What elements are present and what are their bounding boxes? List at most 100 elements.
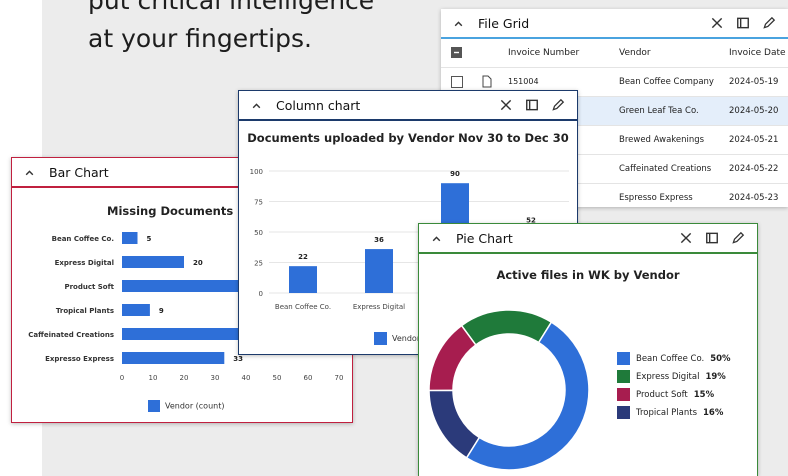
maximize-icon[interactable] — [736, 16, 750, 30]
bar — [122, 304, 150, 316]
x-tick-label: Express Digital — [353, 303, 405, 311]
vendor-name: Caffeinated Creations — [619, 164, 712, 174]
data-label: 90 — [450, 170, 460, 178]
legend-percent: 16% — [703, 408, 724, 418]
donut-slice — [428, 389, 481, 459]
y-tick-label: 75 — [254, 199, 263, 207]
legend-percent: 19% — [705, 372, 726, 382]
vendor-name: Bean Coffee Company — [619, 77, 714, 87]
x-tick-label: 10 — [149, 374, 158, 382]
legend-label: Product Soft — [636, 390, 688, 400]
chart-title: Documents uploaded by Vendor Nov 30 to D… — [247, 131, 569, 145]
legend-label: Vendor (count) — [165, 401, 225, 411]
edit-pencil-icon[interactable] — [731, 231, 745, 245]
y-tick-label: 100 — [250, 168, 263, 176]
chart-title: Active files in WK by Vendor — [496, 268, 680, 282]
window-title: Pie Chart — [456, 230, 513, 246]
legend-swatch — [148, 400, 160, 412]
minus-icon — [454, 51, 459, 54]
legend-item: Product Soft 15% — [617, 388, 714, 401]
y-tick-label: Tropical Plants — [56, 307, 114, 315]
collapse-caret-icon[interactable] — [24, 167, 35, 178]
collapse-caret-icon[interactable] — [251, 100, 262, 111]
donut-slice — [460, 309, 553, 346]
close-icon[interactable] — [499, 98, 513, 112]
edit-pencil-icon[interactable] — [762, 16, 776, 30]
x-tick-label: 70 — [335, 374, 344, 382]
x-tick-label: 30 — [211, 374, 220, 382]
legend-percent: 50% — [710, 354, 731, 364]
x-tick-label: 40 — [242, 374, 251, 382]
y-tick-label: Caffeinated Creations — [28, 331, 114, 339]
invoice-date: 2024-05-22 — [729, 164, 779, 174]
bar — [122, 352, 225, 364]
y-tick-label: Bean Coffee Co. — [52, 235, 114, 243]
collapse-caret-icon[interactable] — [453, 18, 464, 29]
edit-pencil-icon[interactable] — [551, 98, 565, 112]
column-bar — [289, 266, 317, 293]
y-tick-label: 50 — [254, 229, 263, 237]
vendor-name: Green Leaf Tea Co. — [619, 106, 699, 116]
hero-line-2: at your fingertips. — [88, 24, 312, 53]
chart-legend: Vendor (count) — [148, 400, 224, 412]
close-icon[interactable] — [679, 231, 693, 245]
chart-legend: Vendor — [374, 332, 420, 345]
legend-swatch — [617, 388, 630, 401]
bar — [122, 256, 184, 268]
maximize-icon[interactable] — [525, 98, 539, 112]
hero-line-1: put critical intelligence — [88, 0, 375, 15]
y-tick-label: 25 — [254, 260, 263, 268]
donut-slice — [428, 324, 477, 392]
pie-chart-window: Pie Chart Active files in WK by Vendor B… — [418, 223, 758, 476]
window-title: Column chart — [276, 97, 361, 113]
data-label: 36 — [374, 236, 384, 244]
y-tick-label: Expresso Express — [45, 355, 114, 363]
bar — [122, 280, 240, 292]
invoice-date: 2024-05-21 — [729, 135, 779, 145]
data-label: 9 — [159, 307, 164, 315]
x-tick-label: 60 — [304, 374, 313, 382]
legend-item: Express Digital 19% — [617, 370, 726, 383]
legend-swatch — [617, 406, 630, 419]
data-label: 22 — [298, 253, 308, 261]
donut-slice — [465, 321, 590, 471]
x-tick-label: 0 — [120, 374, 124, 382]
maximize-icon[interactable] — [705, 231, 719, 245]
data-label: 33 — [233, 355, 243, 363]
column-header-invoice[interactable]: Invoice Number — [508, 39, 579, 67]
column-chart-header: Column chart — [239, 91, 577, 121]
y-tick-label: Express Digital — [55, 259, 114, 267]
donut-chart — [428, 309, 590, 471]
column-header-date[interactable]: Invoice Date — [729, 39, 786, 67]
vendor-name: Brewed Awakenings — [619, 135, 705, 145]
legend-item: Tropical Plants 16% — [617, 406, 723, 419]
legend-label: Bean Coffee Co. — [636, 354, 705, 364]
legend-label: Express Digital — [636, 372, 700, 382]
invoice-date: 2024-05-20 — [729, 106, 779, 116]
table-header-row: Invoice Number Vendor Invoice Date — [441, 39, 788, 68]
collapse-caret-icon[interactable] — [431, 233, 442, 244]
row-checkbox[interactable] — [451, 76, 463, 88]
file-grid-header: File Grid — [441, 9, 788, 39]
x-tick-label: Bean Coffee Co. — [275, 303, 331, 311]
x-tick-label: 20 — [180, 374, 189, 382]
y-tick-label: Product Soft — [64, 283, 114, 291]
hero-text: put critical intelligence at your finger… — [88, 0, 374, 58]
legend-percent: 15% — [693, 390, 715, 400]
legend-swatch — [374, 332, 387, 345]
legend-label: Tropical Plants — [636, 408, 697, 418]
close-icon[interactable] — [710, 16, 724, 30]
pie-chart-header: Pie Chart — [419, 224, 757, 254]
legend-item: Bean Coffee Co. 50% — [617, 352, 731, 365]
column-header-vendor[interactable]: Vendor — [619, 39, 651, 67]
window-title: File Grid — [478, 15, 530, 31]
select-all-checkbox[interactable] — [451, 47, 462, 58]
legend-swatch — [617, 370, 630, 383]
column-bar — [365, 249, 393, 293]
bar — [122, 232, 138, 244]
vendor-name: Espresso Express — [619, 193, 693, 203]
data-label: 20 — [193, 259, 203, 267]
legend-swatch — [617, 352, 630, 365]
invoice-date: 2024-05-23 — [729, 193, 779, 203]
y-tick-label: 0 — [259, 290, 263, 298]
